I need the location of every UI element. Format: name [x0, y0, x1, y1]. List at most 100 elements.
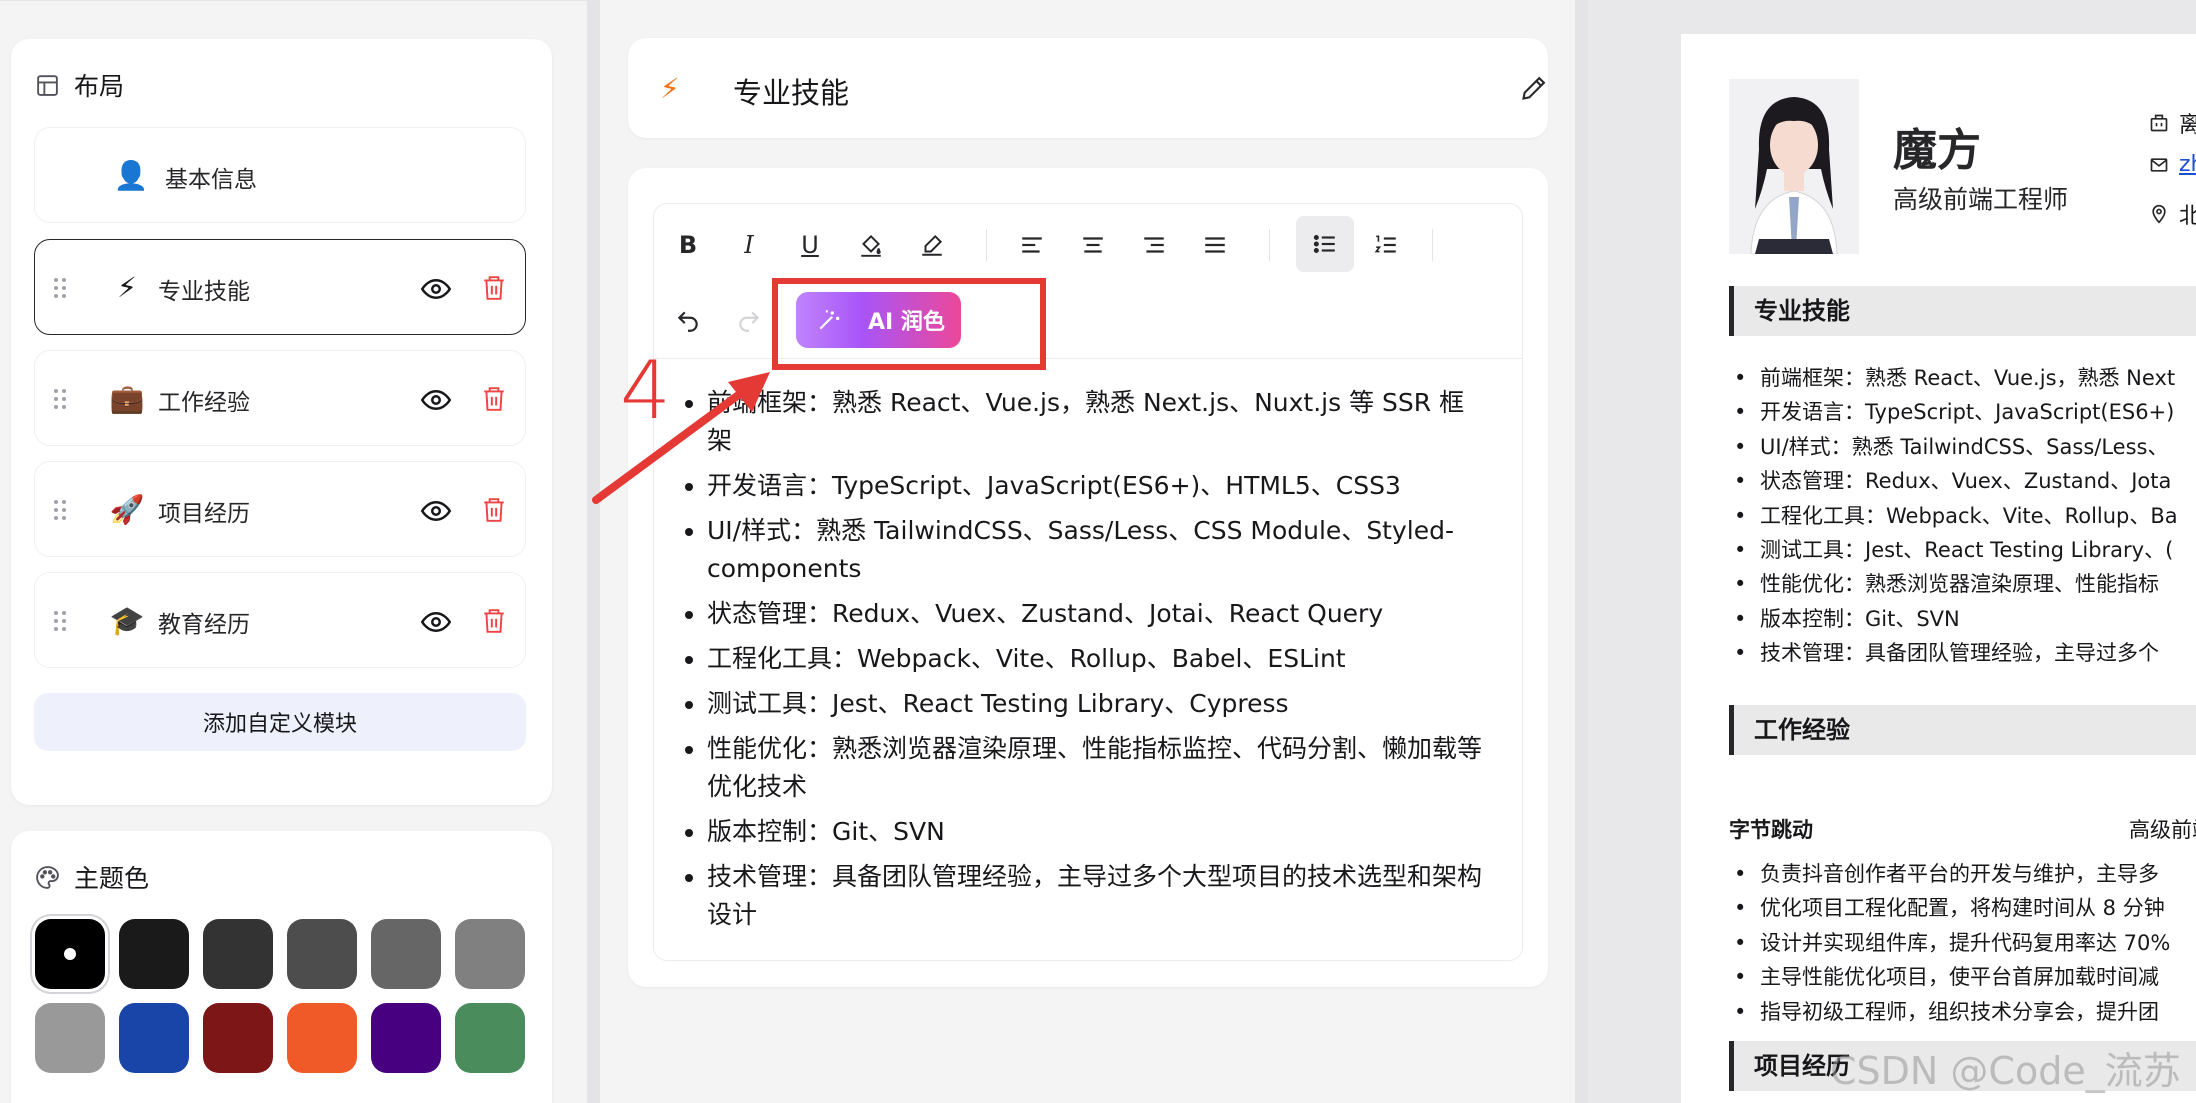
module-work[interactable]: 💼 工作经验	[34, 350, 526, 446]
list-item: 工程化工具：Webpack、Vite、Rollup、Ba	[1729, 499, 2196, 533]
color-swatch[interactable]	[203, 919, 273, 989]
resume-work-list: 负责抖音创作者平台的开发与维护，主导多 优化项目工程化配置，将构建时间从 8 分…	[1729, 857, 2196, 1029]
list-item[interactable]: UI/样式：熟悉 TailwindCSS、Sass/Less、CSS Modul…	[707, 512, 1487, 588]
list-item: 主导性能优化项目，使平台首屏加载时间减	[1729, 960, 2196, 994]
color-swatch[interactable]	[287, 919, 357, 989]
contact-row[interactable]: zh	[2149, 152, 2196, 177]
list-item[interactable]: 测试工具：Jest、React Testing Library、Cypress	[707, 685, 1487, 723]
bullet-list-icon	[1313, 235, 1335, 253]
list-item[interactable]: 版本控制：Git、SVN	[707, 813, 1487, 851]
portrait-image	[1729, 79, 1859, 254]
work-entry-header: 字节跳动 高级前端工	[1729, 814, 2196, 844]
left-panel: 布局 👤 基本信息 ⚡ 专业技能 💼 工作经验 🚀 项目经历 🎓 教育经历 添加…	[0, 0, 587, 1103]
align-left-button[interactable]	[1012, 225, 1052, 265]
eye-icon[interactable]	[421, 607, 451, 637]
resume-section-work: 工作经验	[1729, 705, 2196, 755]
section-title: 专业技能	[733, 76, 850, 110]
list-item[interactable]: 前端框架：熟悉 React、Vue.js，熟悉 Next.js、Nuxt.js …	[707, 384, 1487, 460]
color-swatch[interactable]	[35, 919, 105, 989]
module-skills[interactable]: ⚡ 专业技能	[34, 239, 526, 335]
italic-button[interactable]: I	[729, 225, 769, 265]
list-item[interactable]: 开发语言：TypeScript、JavaScript(ES6+)、HTML5、C…	[707, 467, 1487, 505]
color-swatch[interactable]	[455, 919, 525, 989]
contact-row: 离	[2149, 107, 2196, 139]
redo-button[interactable]	[729, 301, 769, 341]
avatar	[1729, 79, 1859, 254]
bold-button[interactable]: B	[668, 225, 708, 265]
layout-icon	[37, 74, 58, 96]
panel-divider[interactable]	[1575, 0, 1588, 1103]
align-right-icon	[1144, 237, 1164, 253]
toolbar-separator	[1269, 229, 1270, 261]
trash-icon[interactable]	[481, 495, 507, 525]
list-item: 优化项目工程化配置，将构建时间从 8 分钟	[1729, 891, 2196, 925]
highlight-button[interactable]	[912, 225, 952, 265]
module-label: 基本信息	[165, 167, 257, 193]
underline-button[interactable]: U	[790, 225, 830, 265]
color-swatch[interactable]	[119, 1003, 189, 1073]
module-projects[interactable]: 🚀 项目经历	[34, 461, 526, 557]
list-item: 开发语言：TypeScript、JavaScript(ES6+)	[1729, 395, 2196, 429]
list-item: 负责抖音创作者平台的开发与维护，主导多	[1729, 857, 2196, 891]
drag-handle-icon[interactable]	[53, 387, 67, 411]
drag-handle-icon[interactable]	[53, 498, 67, 522]
eye-icon[interactable]	[421, 274, 451, 304]
eye-icon[interactable]	[421, 496, 451, 526]
trash-icon[interactable]	[481, 384, 507, 414]
color-swatch[interactable]	[371, 919, 441, 989]
undo-button[interactable]	[668, 301, 708, 341]
list-item: 性能优化：熟悉浏览器渲染原理、性能指标	[1729, 567, 2196, 601]
ordered-list-icon	[1374, 235, 1396, 253]
paint-bucket-icon	[861, 234, 881, 257]
resume-preview: 魔方 高级前端工程师 离 zh 北 专业技能 前端框架：熟悉 React、Vue…	[1681, 34, 2196, 1103]
list-item[interactable]: 技术管理：具备团队管理经验，主导过多个大型项目的技术选型和架构设计	[707, 858, 1487, 934]
rocket-icon: 🚀	[109, 493, 145, 526]
list-item[interactable]: 工程化工具：Webpack、Vite、Rollup、Babel、ESLint	[707, 640, 1487, 678]
annotation-highlight-box	[772, 278, 1046, 370]
skills-bullet-list[interactable]: 前端框架：熟悉 React、Vue.js，熟悉 Next.js、Nuxt.js …	[707, 384, 1487, 941]
module-education[interactable]: 🎓 教育经历	[34, 572, 526, 668]
panel-divider[interactable]	[587, 0, 600, 1103]
undo-icon	[677, 311, 698, 332]
graduation-cap-icon: 🎓	[109, 604, 145, 637]
module-basic-info[interactable]: 👤 基本信息	[34, 127, 526, 223]
drag-handle-icon[interactable]	[53, 609, 67, 633]
editor-card: B I U AI 润色 • 前端框架：熟悉 React、Vue.js，熟悉 Ne…	[628, 168, 1548, 987]
align-center-button[interactable]	[1073, 225, 1113, 265]
toolbar-separator	[1432, 229, 1433, 261]
ordered-list-button[interactable]	[1366, 225, 1406, 265]
resume-name: 魔方	[1893, 125, 1981, 176]
layout-card: 布局 👤 基本信息 ⚡ 专业技能 💼 工作经验 🚀 项目经历 🎓 教育经历 添加…	[11, 39, 552, 805]
briefcase-icon: 💼	[109, 382, 145, 415]
bullet-list-button[interactable]	[1296, 216, 1354, 272]
trash-icon[interactable]	[481, 273, 507, 303]
eye-icon[interactable]	[421, 385, 451, 415]
color-swatch[interactable]	[371, 1003, 441, 1073]
list-item[interactable]: 状态管理：Redux、Vuex、Zustand、Jotai、React Quer…	[707, 595, 1487, 633]
list-item[interactable]: 性能优化：熟悉浏览器渲染原理、性能指标监控、代码分割、懒加载等优化技术	[707, 730, 1487, 806]
lightning-icon: ⚡	[660, 72, 680, 105]
lightning-icon: ⚡	[117, 271, 137, 304]
align-justify-icon	[1205, 237, 1225, 253]
annotation-arrow-icon	[592, 372, 770, 504]
theme-title: 主题色	[35, 859, 149, 895]
add-custom-module-button[interactable]: 添加自定义模块	[34, 693, 526, 751]
fill-color-button[interactable]	[851, 225, 891, 265]
trash-icon[interactable]	[481, 606, 507, 636]
color-swatch[interactable]	[455, 1003, 525, 1073]
theme-card: 主题色	[11, 831, 552, 1103]
color-swatch[interactable]	[203, 1003, 273, 1073]
building-icon	[2150, 114, 2168, 132]
list-item: 技术管理：具备团队管理经验，主导过多个	[1729, 636, 2196, 670]
color-swatch[interactable]	[119, 919, 189, 989]
mail-icon	[2150, 157, 2168, 172]
list-item: 前端框架：熟悉 React、Vue.js，熟悉 Next	[1729, 361, 2196, 395]
align-justify-button[interactable]	[1195, 225, 1235, 265]
drag-handle-icon[interactable]	[53, 276, 67, 300]
editor-panel: ⚡ 专业技能 B I U AI 润色 • 前端框架：熟悉 React、Vue.j…	[600, 0, 1575, 1103]
align-right-button[interactable]	[1134, 225, 1174, 265]
color-swatch[interactable]	[35, 1003, 105, 1073]
pencil-icon[interactable]	[1520, 74, 1548, 102]
module-label: 教育经历	[158, 612, 250, 638]
color-swatch[interactable]	[287, 1003, 357, 1073]
